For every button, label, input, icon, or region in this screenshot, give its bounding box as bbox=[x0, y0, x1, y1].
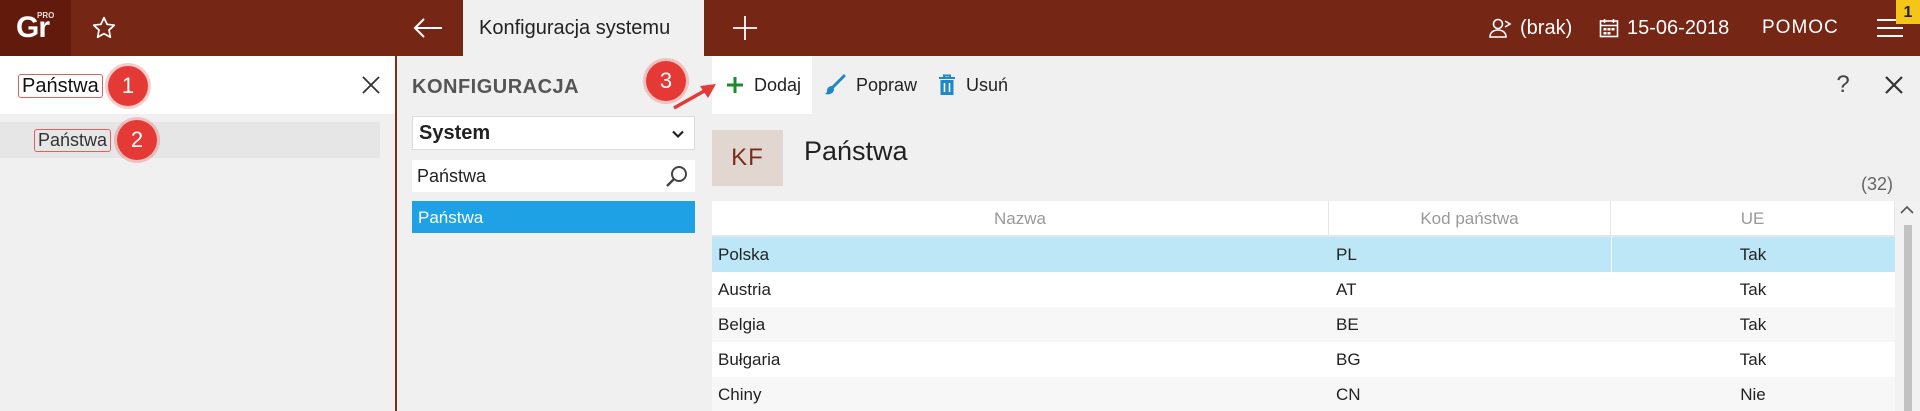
toolbar: Dodaj Popraw Usuń ? bbox=[712, 56, 1920, 114]
new-tab-plus-icon[interactable] bbox=[724, 8, 766, 48]
back-arrow-icon[interactable] bbox=[405, 8, 451, 48]
user-selector[interactable]: (brak) bbox=[1488, 0, 1572, 56]
table-header: Nazwa Kod państwa UE bbox=[712, 201, 1895, 237]
annotation-marker-1: 1 bbox=[108, 66, 148, 106]
search-result-item[interactable]: Państwa 2 bbox=[0, 120, 380, 160]
user-label: (brak) bbox=[1520, 16, 1573, 39]
cell-ue: Tak bbox=[1739, 350, 1767, 369]
tab-label: Konfiguracja systemu bbox=[479, 16, 671, 39]
countries-table: Nazwa Kod państwa UE Polska PL Tak Austr… bbox=[712, 201, 1895, 411]
nav-search-input[interactable]: Państwa bbox=[417, 166, 486, 187]
module-badge: KF bbox=[712, 130, 783, 186]
date-label: 15-06-2018 bbox=[1627, 16, 1730, 39]
top-bar: Gr PRO Konfiguracja systemu (brak) 15-06… bbox=[0, 0, 1920, 56]
cell-ue: Nie bbox=[1740, 385, 1766, 404]
content-panel: Dodaj Popraw Usuń ? 3 KF Państwa (32) Na… bbox=[646, 56, 1920, 411]
table-row[interactable]: Belgia BE Tak bbox=[712, 307, 1895, 342]
help-question-icon[interactable]: ? bbox=[1828, 70, 1858, 100]
column-header-nazwa[interactable]: Nazwa bbox=[712, 201, 1329, 237]
app-logo[interactable]: Gr PRO bbox=[0, 0, 71, 56]
cell-nazwa: Chiny bbox=[718, 385, 762, 404]
notification-badge[interactable]: 1 bbox=[1896, 0, 1920, 24]
cell-nazwa: Bułgaria bbox=[718, 350, 781, 369]
cell-ue: Tak bbox=[1739, 280, 1767, 299]
nav-search-field[interactable]: Państwa bbox=[412, 160, 695, 192]
edit-button-label: Popraw bbox=[856, 74, 918, 95]
table-row[interactable]: Bułgaria BG Tak bbox=[712, 342, 1895, 377]
help-link[interactable]: POMOC bbox=[1762, 0, 1839, 56]
edit-button[interactable]: Popraw bbox=[824, 56, 917, 114]
logo-superscript: PRO bbox=[37, 11, 55, 20]
delete-button-label: Usuń bbox=[966, 74, 1009, 95]
tab-konfiguracja-systemu[interactable]: Konfiguracja systemu bbox=[463, 0, 704, 56]
column-header-ue[interactable]: UE bbox=[1611, 201, 1895, 237]
module-select-value: System bbox=[419, 122, 491, 144]
search-icon[interactable] bbox=[665, 164, 689, 188]
column-header-kod-panstwa[interactable]: Kod państwa bbox=[1329, 201, 1611, 237]
chevron-down-icon bbox=[672, 130, 684, 139]
annotation-marker-2: 2 bbox=[117, 120, 157, 160]
user-icon bbox=[1489, 18, 1512, 38]
cell-kod: CN bbox=[1336, 385, 1361, 404]
table-row[interactable]: Chiny CN Nie bbox=[712, 377, 1895, 411]
left-search-panel: Państwa 1 Państwa 2 bbox=[0, 56, 395, 411]
nav-item-panstwa[interactable]: Państwa bbox=[412, 201, 695, 233]
record-count: (32) bbox=[1860, 174, 1893, 194]
favorites-star-icon[interactable] bbox=[84, 8, 124, 48]
nav-item-label: Państwa bbox=[418, 208, 484, 227]
cell-kod: PL bbox=[1336, 245, 1357, 264]
panel-title: KONFIGURACJA bbox=[412, 76, 580, 98]
close-icon[interactable] bbox=[1879, 70, 1909, 100]
global-search-box[interactable]: Państwa 1 bbox=[0, 56, 395, 114]
clear-search-close-icon[interactable] bbox=[358, 72, 384, 98]
trash-icon bbox=[939, 74, 955, 95]
cell-ue: Tak bbox=[1739, 315, 1767, 334]
cell-kod: AT bbox=[1336, 280, 1357, 299]
cell-nazwa: Polska bbox=[718, 245, 770, 264]
add-button[interactable]: Dodaj bbox=[712, 56, 812, 114]
date-selector[interactable]: 15-06-2018 bbox=[1599, 0, 1729, 56]
help-label: POMOC bbox=[1762, 17, 1839, 38]
search-result-label: Państwa bbox=[34, 129, 112, 152]
add-button-label: Dodaj bbox=[754, 74, 802, 95]
module-select[interactable]: System bbox=[412, 116, 695, 150]
cell-kod: BE bbox=[1336, 315, 1359, 334]
cell-kod: BG bbox=[1336, 350, 1361, 369]
delete-button[interactable]: Usuń bbox=[938, 56, 1008, 114]
cell-nazwa: Belgia bbox=[718, 315, 766, 334]
configuration-nav-panel: KONFIGURACJA System Państwa Państwa bbox=[397, 56, 712, 411]
annotation-arrow-icon bbox=[673, 84, 716, 110]
table-scrollbar[interactable] bbox=[1895, 201, 1920, 411]
table-row[interactable]: Austria AT Tak bbox=[712, 272, 1895, 307]
table-row[interactable]: Polska PL Tak bbox=[712, 237, 1895, 272]
calendar-icon bbox=[1599, 19, 1619, 38]
scrollbar-thumb[interactable] bbox=[1904, 225, 1912, 411]
plus-icon bbox=[727, 77, 743, 93]
cell-nazwa: Austria bbox=[718, 280, 771, 299]
cell-ue: Tak bbox=[1739, 245, 1767, 264]
brush-icon bbox=[825, 74, 846, 95]
page-title: Państwa bbox=[804, 136, 908, 166]
global-search-input[interactable]: Państwa bbox=[18, 74, 103, 98]
scroll-up-chevron-icon[interactable] bbox=[1900, 205, 1914, 215]
